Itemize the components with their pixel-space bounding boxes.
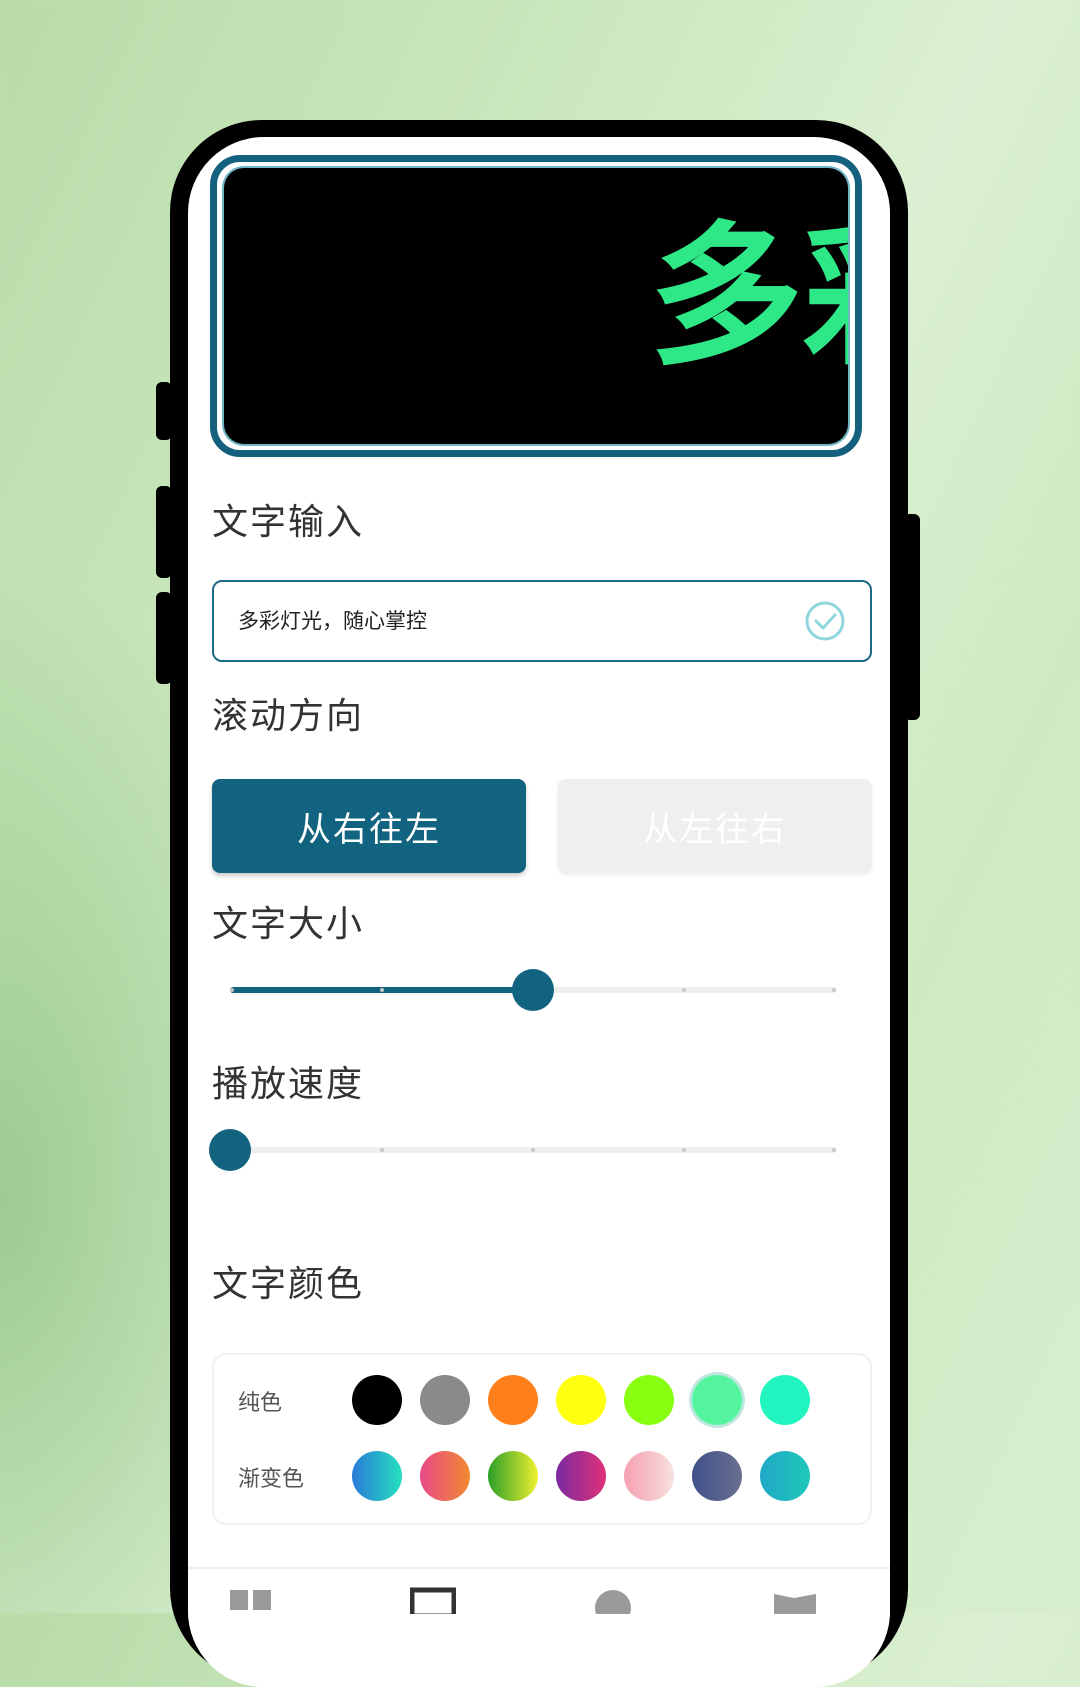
bottom-nav: [188, 1567, 890, 1687]
solid-color-swatch[interactable]: [556, 1375, 606, 1425]
right-to-left-button[interactable]: 从右往左: [212, 779, 526, 873]
play-speed-slider[interactable]: [209, 1129, 836, 1171]
section-title-play-speed: 播放速度: [212, 1064, 365, 1105]
slider-tick: [682, 1148, 686, 1152]
solid-color-swatch[interactable]: [420, 1375, 470, 1425]
text-size-slider-thumb[interactable]: [512, 969, 554, 1011]
color-picker-card: 纯色 渐变色: [212, 1353, 872, 1525]
gradient-color-swatch[interactable]: [692, 1451, 742, 1501]
gradient-color-swatch[interactable]: [352, 1451, 402, 1501]
gradient-color-swatch[interactable]: [488, 1451, 538, 1501]
gradient-color-swatch[interactable]: [760, 1451, 810, 1501]
led-preview: 多彩: [224, 168, 848, 444]
slider-tick: [380, 988, 384, 992]
play-speed-slider-thumb[interactable]: [209, 1129, 251, 1171]
section-title-text-size: 文字大小: [212, 904, 365, 945]
phone-side-button-right: [904, 514, 920, 720]
phone-side-button-left-1: [156, 382, 172, 440]
gradient-color-swatch[interactable]: [420, 1451, 470, 1501]
slider-tick: [230, 988, 234, 992]
solid-color-swatch[interactable]: [352, 1375, 402, 1425]
solid-color-label: 纯色: [238, 1391, 283, 1416]
book-icon[interactable]: [772, 1584, 818, 1614]
section-title-scroll-direction: 滚动方向: [212, 696, 365, 737]
solid-color-swatch[interactable]: [692, 1375, 742, 1425]
led-preview-text: 多彩: [649, 208, 848, 387]
text-size-slider[interactable]: [230, 969, 836, 1011]
slider-tick: [531, 1148, 535, 1152]
solid-color-swatch[interactable]: [624, 1375, 674, 1425]
solid-color-swatch[interactable]: [488, 1375, 538, 1425]
section-title-text-color: 文字颜色: [212, 1264, 365, 1305]
compass-icon[interactable]: [590, 1584, 636, 1614]
gradient-color-label: 渐变色: [238, 1467, 305, 1492]
phone-side-button-left-2: [156, 486, 172, 578]
gradient-color-swatch[interactable]: [556, 1451, 606, 1501]
grid-icon[interactable]: [228, 1584, 274, 1614]
slider-tick: [832, 988, 836, 992]
left-to-right-button[interactable]: 从左往右: [558, 779, 872, 873]
app-screen: 多彩 文字输入 多彩灯光，随心掌控 滚动方向 从右往左 从左往右 文字大小 播放…: [188, 137, 890, 1687]
text-input-field[interactable]: 多彩灯光，随心掌控: [212, 580, 872, 662]
solid-color-swatch[interactable]: [760, 1375, 810, 1425]
screen-icon[interactable]: [410, 1584, 456, 1614]
text-input-value: 多彩灯光，随心掌控: [238, 609, 427, 633]
slider-tick: [832, 1148, 836, 1152]
slider-tick: [682, 988, 686, 992]
gradient-color-swatch[interactable]: [624, 1451, 674, 1501]
phone-side-button-left-3: [156, 592, 172, 684]
slider-tick: [380, 1148, 384, 1152]
led-preview-frame: 多彩: [210, 155, 862, 457]
check-circle-icon[interactable]: [804, 600, 846, 642]
section-title-text-input: 文字输入: [212, 502, 365, 543]
